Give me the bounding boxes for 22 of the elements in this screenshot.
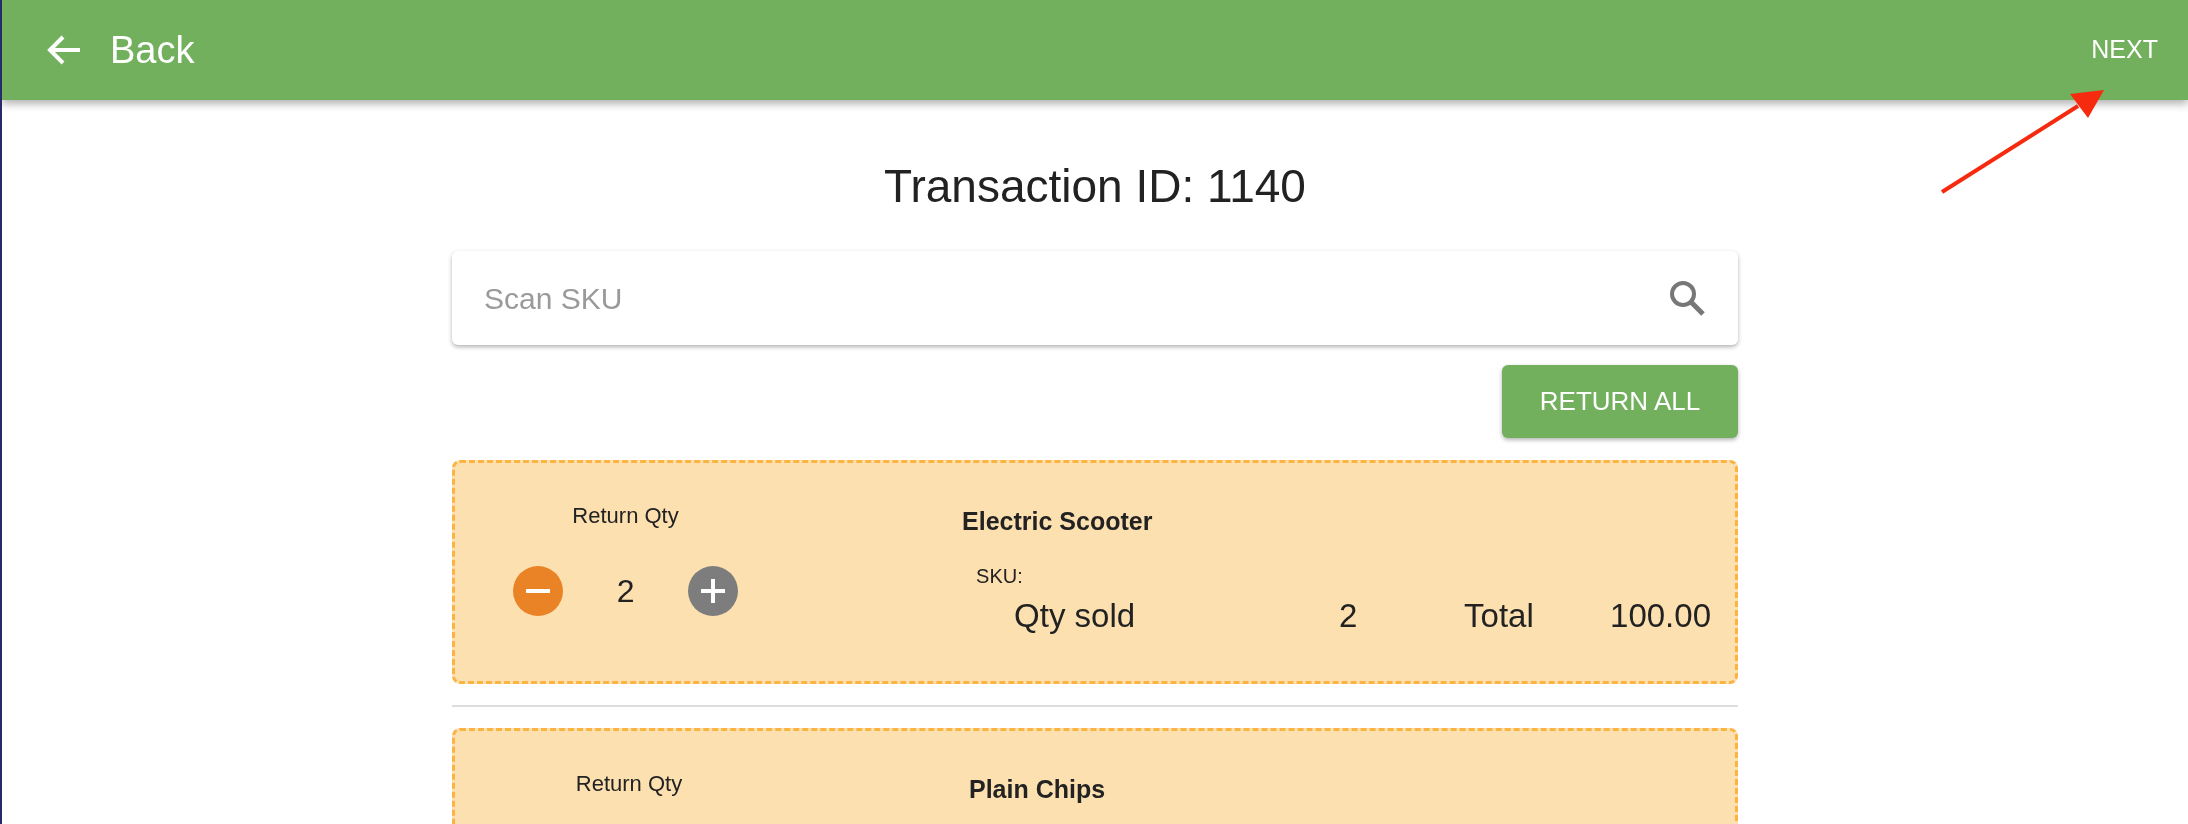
search-input[interactable]: Scan SKU	[484, 275, 1668, 321]
product-name: Electric Scooter	[962, 506, 1154, 537]
page-title: Transaction ID: 1140	[883, 159, 1307, 214]
return-qty-label: Return Qty	[572, 502, 679, 530]
back-arrow-icon	[46, 34, 82, 66]
total-label: Total	[1464, 595, 1535, 636]
minus-icon	[525, 589, 550, 593]
back-button[interactable]: Back	[46, 21, 195, 79]
qty-sold-value: 2	[1339, 595, 1359, 636]
search-icon	[1668, 279, 1706, 317]
plus-icon	[699, 577, 728, 605]
plus-button[interactable]	[688, 566, 739, 616]
return-qty-value: 2	[616, 572, 635, 611]
minus-button[interactable]	[512, 566, 563, 616]
return-qty-label: Return Qty	[575, 770, 683, 798]
sku-label: SKU:	[976, 563, 1024, 589]
product-name: Plain Chips	[969, 774, 1107, 805]
qty-sold-label: Qty sold	[1014, 595, 1137, 636]
return-all-button[interactable]: RETURN ALL	[1502, 365, 1738, 438]
search-field[interactable]: Scan SKU	[452, 251, 1738, 345]
total-value: 100.00	[1610, 595, 1711, 636]
next-button[interactable]: NEXT	[2091, 31, 2158, 69]
